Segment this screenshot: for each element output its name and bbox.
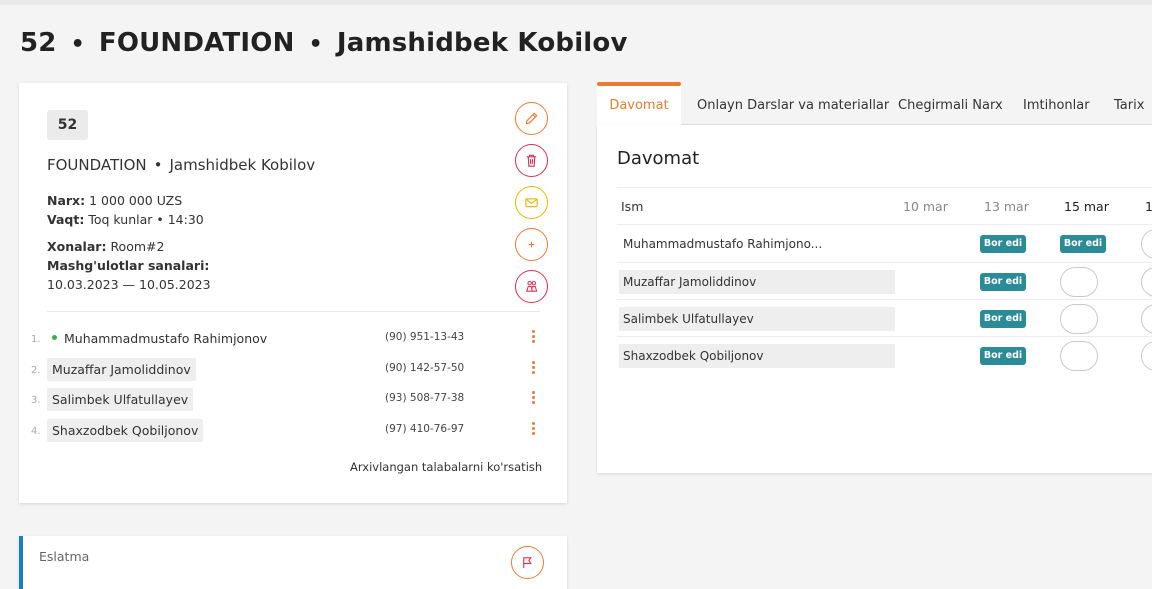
student-name[interactable]: Salimbek Ulfatullayev — [47, 388, 194, 411]
price-info: Narx: 1 000 000 UZS — [47, 193, 182, 208]
student-phone: (97) 410-76-97 — [385, 423, 465, 435]
present-mark[interactable]: Bor edi — [980, 273, 1026, 291]
group-name-separator: • — [153, 156, 163, 174]
attendance-header-row: Ism 10 mar 13 mar 15 mar 1 — [617, 187, 1152, 224]
student-phone: (93) 508-77-38 — [385, 392, 465, 404]
column-header-date: 1 — [1145, 199, 1152, 214]
attendance-toggle[interactable] — [1060, 304, 1098, 334]
dates-label-row: Mashg'ulotlar sanalari: — [47, 258, 209, 273]
present-mark[interactable]: Bor edi — [980, 235, 1026, 253]
teacher-name: Jamshidbek Kobilov — [336, 28, 628, 58]
attendance-student-name: Shaxzodbek Qobiljonov — [619, 344, 895, 368]
course-name: FOUNDATION — [98, 28, 295, 58]
page-title: 52 • FOUNDATION • Jamshidbek Kobilov — [20, 28, 628, 58]
present-mark[interactable]: Bor edi — [980, 347, 1026, 365]
student-phone: (90) 142-57-50 — [385, 362, 465, 374]
price-label: Narx: — [47, 193, 86, 208]
student-row: 1. Muhammadmustafo Rahimjonov (90) 951-1… — [19, 326, 567, 352]
attendance-row: Salimbek Ulfatullayev Bor edi — [617, 299, 1152, 336]
tab-discount-price[interactable]: Chegirmali Narx — [898, 85, 1003, 125]
student-menu-button[interactable] — [525, 420, 541, 438]
student-name[interactable]: Muhammadmustafo Rahimjonov — [47, 327, 272, 350]
group-name: FOUNDATION • Jamshidbek Kobilov — [47, 156, 315, 174]
student-name[interactable]: Muzaffar Jamoliddinov — [47, 358, 196, 381]
attendance-toggle[interactable] — [1141, 341, 1152, 371]
student-menu-button[interactable] — [525, 359, 541, 377]
group-number-badge: 52 — [47, 110, 88, 140]
group-course: FOUNDATION — [47, 156, 147, 174]
attendance-row: Shaxzodbek Qobiljonov Bor edi — [617, 336, 1152, 373]
tab-davomat[interactable]: Davomat — [597, 82, 681, 125]
present-mark[interactable]: Bor edi — [1060, 235, 1106, 253]
column-header-date-current: 15 mar — [1064, 199, 1109, 214]
time-value: Toq kunlar • 14:30 — [88, 212, 204, 227]
dates-value: 10.03.2023 — 10.05.2023 — [47, 277, 211, 292]
tab-history[interactable]: Tarix — [1114, 85, 1144, 125]
edit-button[interactable] — [515, 102, 548, 135]
student-number: 2. — [31, 365, 41, 376]
attendance-toggle[interactable] — [1141, 229, 1152, 259]
group-teacher: Jamshidbek Kobilov — [169, 156, 316, 174]
delete-button[interactable] — [515, 144, 548, 177]
dates-label: Mashg'ulotlar sanalari: — [47, 258, 210, 273]
attendance-row: Muzaffar Jamoliddinov Bor edi — [617, 262, 1152, 299]
show-archived-link[interactable]: Arxivlangan talabalarni ko'rsatish — [350, 460, 542, 474]
attendance-toggle[interactable] — [1060, 341, 1098, 371]
rooms-value: Room#2 — [110, 239, 165, 254]
column-header-date: 13 mar — [984, 199, 1029, 214]
column-header-date: 10 mar — [903, 199, 948, 214]
student-number: 1. — [31, 334, 41, 345]
attendance-toggle[interactable] — [1060, 267, 1098, 297]
group-number: 52 — [20, 28, 57, 58]
add-student-button[interactable] — [515, 228, 548, 261]
attendance-toggle[interactable] — [1141, 267, 1152, 297]
present-mark[interactable]: Bor edi — [980, 310, 1026, 328]
add-note-button[interactable] — [511, 546, 544, 579]
attendance-card: Davomat Ism 10 mar 13 mar 15 mar 1 Muham… — [597, 125, 1152, 473]
group-info-card: 52 FOUNDATION • Jamshidbek Kobilov Narx: 1… — [19, 83, 567, 503]
rooms-info: Xonalar: Room#2 — [47, 239, 164, 254]
attendance-toggle[interactable] — [1141, 304, 1152, 334]
tab-exams[interactable]: Imtihonlar — [1023, 85, 1090, 125]
student-name-text: Muhammadmustafo Rahimjonov — [64, 331, 268, 346]
student-row: 4. Shaxzodbek Qobiljonov (97) 410-76-97 — [19, 418, 567, 444]
online-status-dot — [52, 335, 57, 340]
envelope-icon — [525, 198, 538, 208]
column-header-name: Ism — [621, 199, 644, 214]
time-info: Vaqt: Toq kunlar • 14:30 — [47, 212, 204, 227]
student-phone: (90) 951-13-43 — [385, 331, 465, 343]
note-label: Eslatma — [39, 549, 90, 564]
attendance-student-name: Salimbek Ulfatullayev — [619, 307, 895, 331]
top-bar — [0, 0, 1152, 5]
student-row: 2. Muzaffar Jamoliddinov (90) 142-57-50 — [19, 357, 567, 383]
rooms-label: Xonalar: — [47, 239, 107, 254]
plus-icon — [528, 241, 535, 248]
attendance-student-name: Muzaffar Jamoliddinov — [619, 270, 895, 294]
trash-icon — [526, 154, 537, 167]
title-separator: • — [70, 32, 85, 57]
note-card: Eslatma — [19, 536, 567, 589]
student-number: 3. — [31, 395, 41, 406]
pencil-icon — [525, 112, 538, 125]
tab-bar: Davomat Onlayn Darslar va materiallar Ch… — [597, 82, 1152, 125]
attendance-student-name: Muhammadmustafo Rahimjono... — [623, 237, 823, 251]
student-menu-button[interactable] — [525, 389, 541, 407]
student-name[interactable]: Shaxzodbek Qobiljonov — [47, 419, 204, 442]
student-menu-button[interactable] — [525, 328, 541, 346]
student-row: 3. Salimbek Ulfatullayev (93) 508-77-38 — [19, 387, 567, 413]
message-button[interactable] — [515, 186, 548, 219]
divider — [47, 311, 540, 312]
attendance-row: Muhammadmustafo Rahimjono... Bor edi Bor… — [617, 224, 1152, 262]
student-number: 4. — [31, 426, 41, 437]
price-value: 1 000 000 UZS — [89, 193, 183, 208]
attendance-title: Davomat — [617, 148, 700, 169]
flag-icon — [523, 557, 532, 569]
transfer-button[interactable] — [515, 270, 548, 303]
time-label: Vaqt: — [47, 212, 85, 227]
title-separator: • — [308, 32, 323, 57]
tab-online-lessons[interactable]: Onlayn Darslar va materiallar — [697, 85, 889, 125]
people-icon — [526, 281, 538, 292]
